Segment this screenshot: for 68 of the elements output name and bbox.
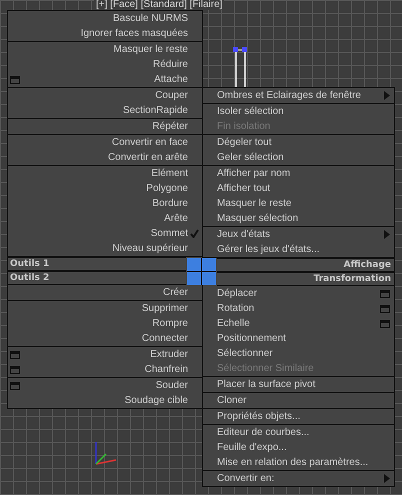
settings-box-icon[interactable] bbox=[10, 350, 20, 358]
menu-item[interactable]: Afficher par nom bbox=[203, 166, 394, 181]
menu-item[interactable]: Convertir en: bbox=[203, 471, 394, 486]
menu-item[interactable]: Mise en relation des paramètres... bbox=[203, 455, 394, 470]
menu-item[interactable]: Afficher tout bbox=[203, 181, 394, 196]
object-drawing bbox=[233, 47, 247, 89]
menu-item[interactable]: Rotation bbox=[203, 301, 394, 316]
menu-item[interactable]: Masquer le reste bbox=[8, 42, 202, 57]
menu-item[interactable]: Ombres et Eclairages de fenêtre bbox=[203, 88, 394, 103]
menu-item[interactable]: Polygone bbox=[8, 181, 202, 196]
menu-item[interactable]: Déplacer bbox=[203, 286, 394, 301]
menu-item[interactable]: Supprimer bbox=[8, 301, 202, 316]
checkmark-icon bbox=[190, 229, 198, 238]
menu-item[interactable]: Geler sélection bbox=[203, 150, 394, 165]
menu-item[interactable]: SectionRapide bbox=[8, 103, 202, 118]
menu-item[interactable]: Convertir en arête bbox=[8, 150, 202, 165]
quad-title: Affichage bbox=[344, 260, 391, 270]
menu-item[interactable]: Bascule NURMS bbox=[8, 11, 202, 26]
menu-item[interactable]: Attache bbox=[8, 72, 202, 87]
menu-item[interactable]: Souder bbox=[8, 378, 202, 393]
menu-item[interactable]: Elément bbox=[8, 166, 202, 181]
settings-box-icon[interactable] bbox=[380, 320, 390, 328]
submenu-arrow-icon bbox=[384, 474, 390, 483]
menu-item[interactable]: Niveau supérieur bbox=[8, 241, 202, 256]
menu-item[interactable]: Arête bbox=[8, 211, 202, 226]
menu-item[interactable]: Gérer les jeux d'états... bbox=[203, 242, 394, 257]
quad-selector-icon[interactable] bbox=[187, 258, 216, 285]
menu-item[interactable]: Masquer sélection bbox=[203, 211, 394, 226]
menu-item[interactable]: Feuille d'expo... bbox=[203, 440, 394, 455]
quad-title: Outils 2 bbox=[10, 273, 50, 283]
menu-item[interactable]: Couper bbox=[8, 88, 202, 103]
settings-box-icon[interactable] bbox=[380, 290, 390, 298]
menu-item[interactable]: Editeur de courbes... bbox=[203, 425, 394, 440]
quad-header[interactable]: Affichage bbox=[217, 258, 394, 272]
menu-item[interactable]: Sommet bbox=[8, 226, 202, 241]
quad-header[interactable]: Outils 2 bbox=[8, 271, 186, 285]
settings-box-icon[interactable] bbox=[380, 304, 390, 312]
menu-item[interactable]: Rompre bbox=[8, 316, 202, 331]
menu-item[interactable]: Créer bbox=[8, 285, 202, 300]
quad-header[interactable]: Outils 1 bbox=[8, 257, 186, 271]
menu-item[interactable]: Soudage cible bbox=[8, 393, 202, 408]
menu-item[interactable]: Positionnement bbox=[203, 331, 394, 346]
submenu-arrow-icon bbox=[384, 230, 390, 239]
menu-item[interactable]: Bordure bbox=[8, 196, 202, 211]
menu-item[interactable]: Jeux d'états bbox=[203, 227, 394, 242]
menu-item[interactable]: Répéter bbox=[8, 119, 202, 134]
menu-item[interactable]: Propriétés objets... bbox=[203, 409, 394, 424]
menu-item[interactable]: Sélectionner bbox=[203, 346, 394, 361]
menu-item[interactable]: Convertir en face bbox=[8, 135, 202, 150]
menu-item[interactable]: Echelle bbox=[203, 316, 394, 331]
menu-item[interactable]: Dégeler tout bbox=[203, 135, 394, 150]
menu-item[interactable]: Isoler sélection bbox=[203, 104, 394, 119]
submenu-arrow-icon bbox=[384, 91, 390, 100]
menu-item[interactable]: Ignorer faces masquées bbox=[8, 26, 202, 41]
menu-item[interactable]: Placer la surface pivot bbox=[203, 377, 394, 392]
menu-item[interactable]: Chanfrein bbox=[8, 362, 202, 377]
settings-box-icon[interactable] bbox=[10, 382, 20, 390]
settings-box-icon[interactable] bbox=[10, 366, 20, 374]
settings-box-icon[interactable] bbox=[10, 76, 20, 84]
menu-item[interactable]: Réduire bbox=[8, 57, 202, 72]
menu-item[interactable]: Connecter bbox=[8, 331, 202, 346]
viewport-label[interactable]: [+] [Face] [Standard] [Filaire] bbox=[94, 0, 224, 10]
quad-header[interactable]: Transformation bbox=[217, 272, 394, 286]
menu-item[interactable]: Cloner bbox=[203, 393, 394, 408]
quad-title: Transformation bbox=[314, 274, 391, 284]
menu-item[interactable]: Extruder bbox=[8, 347, 202, 362]
menu-item[interactable]: Masquer le reste bbox=[203, 196, 394, 211]
quad-title: Outils 1 bbox=[10, 259, 50, 269]
